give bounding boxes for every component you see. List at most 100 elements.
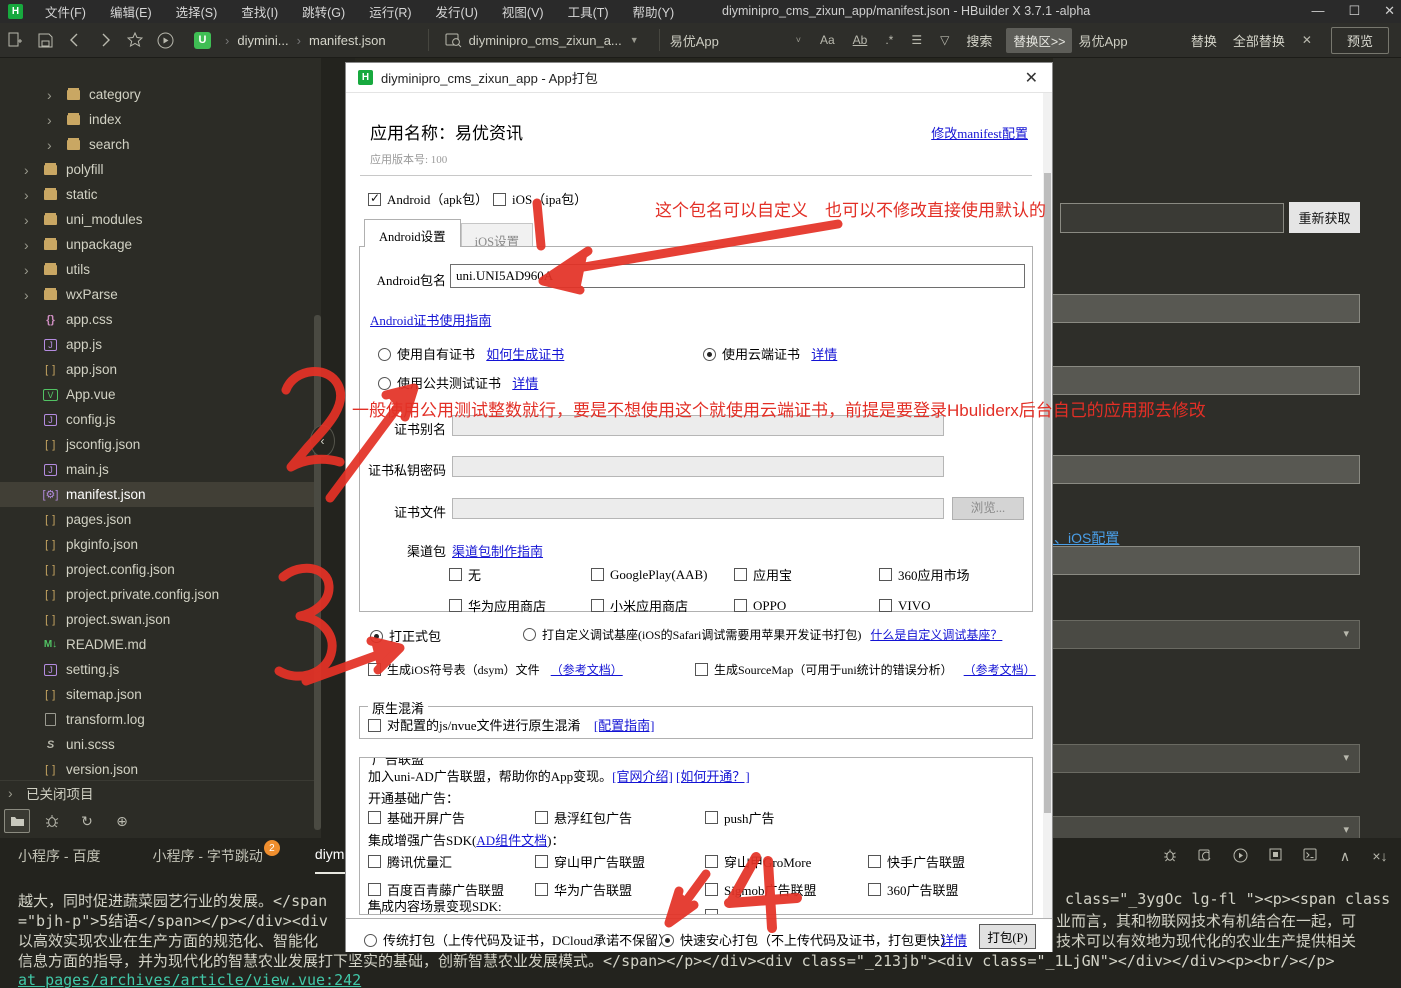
ad-how-open-link[interactable]: [如何开通？] [676,769,750,784]
tree-item[interactable]: › static [0,182,321,207]
cloud-cert-detail-link[interactable]: 详情 [811,347,837,362]
replace-input[interactable]: 易优App [1078,31,1127,50]
menu-item[interactable]: 工具(T) [556,0,621,24]
refresh-fetch-button[interactable]: 重新获取 [1289,202,1360,233]
multiline-icon[interactable]: ☰ [902,33,931,47]
package-button[interactable]: 打包(P) [979,924,1036,949]
sourcemap-checkbox[interactable]: 生成SourceMap（可用于uni统计的错误分析） （参考文档） [695,661,1036,678]
modify-manifest-link[interactable]: 修改manifest配置 [931,123,1028,142]
replace-all-button[interactable]: 全部替换 [1225,29,1293,52]
tree-item[interactable]: › wxParse [0,282,321,307]
channel-checkbox[interactable]: 360应用市场 [879,565,1009,584]
fast-safe-package-radio[interactable]: 快速安心打包（不上传代码及证书，打包更快） [661,930,953,949]
channel-guide-link[interactable]: 渠道包制作指南 [452,541,543,560]
package-detail-link[interactable]: 详情 [941,930,967,949]
tab-ios-settings[interactable]: iOS设置 [461,223,533,247]
tab-android-settings[interactable]: Android设置 [364,219,461,247]
sidebar-collapse-handle[interactable]: ‹ [310,425,335,457]
sdk-ad-checkbox[interactable]: Sigmob广告联盟 [705,880,868,899]
tree-item[interactable]: › app.js [0,332,321,357]
menu-item[interactable]: 编辑(E) [98,0,164,24]
sdk-ad-checkbox[interactable]: 穿山甲广告联盟 [535,852,705,871]
android-cert-guide-link[interactable]: Android证书使用指南 [370,310,491,329]
search-button[interactable]: 搜索 [958,29,1000,52]
tree-item[interactable]: › pkginfo.json [0,532,321,557]
channel-checkbox[interactable]: 小米应用商店 [591,596,734,615]
menu-item[interactable]: 查找(I) [229,0,290,24]
basic-ad-checkbox[interactable]: push广告 [705,808,865,827]
dsym-checkbox[interactable]: 生成iOS符号表（dsym）文件 （参考文档） [368,661,623,678]
console-run-icon[interactable] [1231,848,1249,866]
menu-item[interactable]: 帮助(Y) [621,0,687,24]
console-clear-icon[interactable] [1196,848,1214,866]
console-close-icon[interactable]: ×↓ [1371,848,1389,866]
public-test-cert-radio[interactable]: 使用公共测试证书 详情 [378,373,538,392]
search-input[interactable]: 易优App [670,31,788,50]
save-icon[interactable] [30,28,60,52]
public-cert-detail-link[interactable]: 详情 [512,376,538,391]
run-icon[interactable] [150,28,180,52]
tree-item[interactable]: › main.js [0,457,321,482]
menu-item[interactable]: 文件(F) [33,0,98,24]
tree-item[interactable]: › sitemap.json [0,682,321,707]
channel-checkbox[interactable]: VIVO [879,596,1009,615]
release-package-radio[interactable]: 打正式包 [370,626,441,645]
sdk-ad-checkbox[interactable]: 华为广告联盟 [535,880,705,899]
preview-button[interactable]: 预览 [1331,27,1389,54]
breadcrumb-file[interactable]: manifest.json [309,33,386,48]
console-tab[interactable]: 小程序 - 百度 [18,846,100,874]
dotted-link[interactable] [732,911,756,915]
cert-password-input[interactable] [452,456,944,477]
tree-item[interactable]: › manifest.json [0,482,321,507]
explorer-view-icon[interactable] [4,809,30,833]
closed-projects-section[interactable]: › 已关闭项目 [0,780,321,804]
tree-item[interactable]: › app.json [0,357,321,382]
channel-checkbox[interactable]: GooglePlay(AAB) [591,565,734,584]
menu-item[interactable]: 发行(U) [424,0,490,24]
sidebar-scrollbar[interactable] [314,315,321,830]
ad-official-link[interactable]: [官网介绍] [612,769,673,784]
dotted-link[interactable] [395,911,419,915]
sourcemap-ref-doc-link[interactable]: （参考文档） [964,663,1036,677]
tree-item[interactable]: › utils [0,257,321,282]
tree-item[interactable]: › index [0,107,321,132]
cert-file-input[interactable] [452,498,944,519]
android-package-checkbox[interactable]: Android（apk包） [368,189,488,208]
sdk-ad-checkbox[interactable]: 快手广告联盟 [868,852,1028,871]
tree-item[interactable]: › project.swan.json [0,607,321,632]
tree-item[interactable]: › uni_modules [0,207,321,232]
dialog-scrollbar[interactable] [1043,93,1052,918]
console-collapse-icon[interactable]: ∧ [1336,848,1354,866]
package-name-input[interactable] [450,264,1025,288]
maximize-button[interactable]: ☐ [1348,3,1360,19]
sdk-ad-checkbox[interactable]: 360广告联盟 [868,880,1028,899]
tree-item[interactable]: › transform.log [0,707,321,732]
dsym-ref-doc-link[interactable]: （参考文档） [551,663,623,677]
cert-alias-input[interactable] [452,415,944,436]
channel-checkbox[interactable]: 应用宝 [734,565,879,584]
regex-icon[interactable]: .* [876,33,902,47]
scope-dropdown-icon[interactable]: ▼ [630,35,639,45]
menu-item[interactable]: 视图(V) [490,0,556,24]
form-field[interactable] [1053,294,1360,323]
menu-item[interactable]: 选择(S) [164,0,230,24]
tree-item[interactable]: › pages.json [0,507,321,532]
console-stop-icon[interactable] [1266,848,1284,866]
ios-package-checkbox[interactable]: iOS（ipa包） [493,189,587,208]
basic-ad-checkbox[interactable]: 悬浮红包广告 [535,808,705,827]
match-case-icon[interactable]: Aa [811,33,844,47]
web-view-icon[interactable]: ⊕ [109,809,135,833]
tree-item[interactable]: › version.json [0,757,321,782]
console-source-link[interactable]: at pages/archives/article/view.vue:242 [18,971,361,988]
what-is-custom-base-link[interactable]: 什么是自定义调试基座？ [870,628,1002,642]
tree-item[interactable]: › project.private.config.json [0,582,321,607]
filter-icon[interactable]: ▽ [931,33,958,47]
whole-word-icon[interactable]: Ab [844,33,877,47]
breadcrumb-project[interactable]: diymini... [237,33,288,48]
form-dropdown[interactable] [1053,620,1360,649]
minimize-button[interactable]: — [1311,3,1324,19]
debug-view-icon[interactable] [39,809,65,833]
new-file-icon[interactable] [0,28,30,52]
tree-item[interactable]: › app.css [0,307,321,332]
custom-debug-base-radio[interactable]: 打自定义调试基座(iOS的Safari调试需要用苹果开发证书打包) 什么是自定义… [523,626,1002,643]
